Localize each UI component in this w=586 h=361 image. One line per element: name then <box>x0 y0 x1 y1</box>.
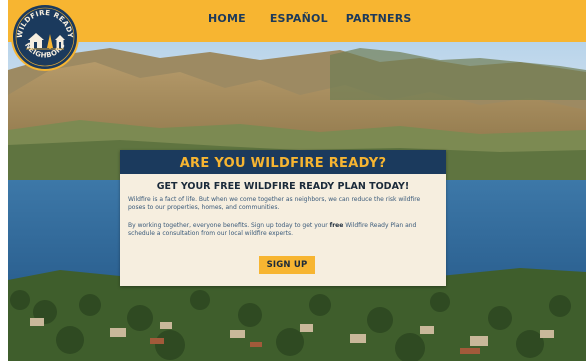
main-nav: HOME ESPAÑOL PARTNERS <box>208 12 412 26</box>
wildfire-ready-neighbors-logo[interactable]: WILDFIRE READY NEIGHBORS <box>10 2 80 72</box>
card-header: ARE YOU WILDFIRE READY? <box>120 150 446 174</box>
signup-card: ARE YOU WILDFIRE READY? GET YOUR FREE WI… <box>120 150 446 286</box>
top-nav-bar: HOME ESPAÑOL PARTNERS <box>8 0 586 42</box>
page: HOME ESPAÑOL PARTNERS WILDFIRE READY NEI… <box>0 0 586 361</box>
sign-up-button[interactable]: SIGN UP <box>259 256 315 274</box>
logo-badge: WILDFIRE READY NEIGHBORS <box>11 3 79 71</box>
nav-partners-link[interactable]: PARTNERS <box>346 12 412 26</box>
card-paragraph-2-start: By working together, everyone benefits. … <box>128 222 330 229</box>
card-paragraph-2: By working together, everyone benefits. … <box>128 222 438 238</box>
card-paragraph-1: Wildfire is a fact of life. But when we … <box>128 196 421 211</box>
card-subhead: GET YOUR FREE WILDFIRE READY PLAN TODAY! <box>156 181 410 192</box>
nav-espanol-link[interactable]: ESPAÑOL <box>270 12 328 26</box>
card-headline: ARE YOU WILDFIRE READY? <box>179 156 387 171</box>
card-paragraph-2-bold: free <box>329 222 344 229</box>
nav-home-link[interactable]: HOME <box>208 12 246 26</box>
